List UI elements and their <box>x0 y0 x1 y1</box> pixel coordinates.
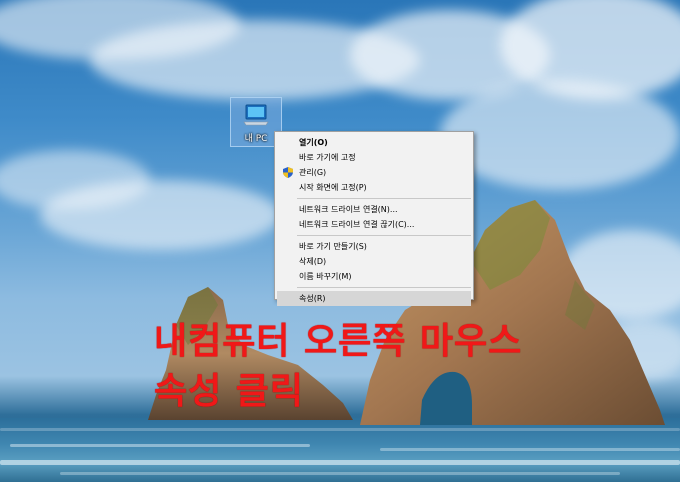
desktop-icon-label: 내 PC <box>244 134 268 144</box>
cloud <box>440 80 680 190</box>
wave-foam <box>10 444 310 447</box>
menu-item-create-shortcut[interactable]: 바로 가기 만들기(S) <box>275 239 473 254</box>
annotation-line-2: 속성 클릭 <box>154 371 305 412</box>
menu-separator <box>297 235 471 236</box>
menu-separator <box>297 287 471 288</box>
cloud <box>40 180 280 250</box>
menu-item-disconnect-network-drive[interactable]: 네트워크 드라이브 연결 끊기(C)... <box>275 217 473 232</box>
menu-item-pin-quick-access[interactable]: 바로 가기에 고정 <box>275 150 473 165</box>
menu-item-delete[interactable]: 삭제(D) <box>275 254 473 269</box>
menu-item-properties[interactable]: 속성(R) <box>277 291 471 306</box>
menu-item-map-network-drive[interactable]: 네트워크 드라이브 연결(N)... <box>275 202 473 217</box>
wave-foam <box>60 472 620 475</box>
sea <box>0 418 680 482</box>
menu-item-open[interactable]: 열기(O) <box>275 135 473 150</box>
annotation-line-1: 내컴퓨터 오른쪽 마우스 <box>154 321 523 362</box>
wave-foam <box>0 460 680 465</box>
menu-separator <box>297 198 471 199</box>
context-menu: 열기(O) 바로 가기에 고정 관리(G) 시작 화면에 고정(P) 네트워크 … <box>274 131 474 306</box>
menu-item-rename[interactable]: 이름 바꾸기(M) <box>275 269 473 284</box>
menu-item-label: 관리(G) <box>299 168 327 177</box>
computer-icon <box>243 104 269 126</box>
menu-item-manage[interactable]: 관리(G) <box>275 165 473 180</box>
wave-foam <box>380 448 680 451</box>
uac-shield-icon <box>283 167 293 178</box>
menu-item-pin-start[interactable]: 시작 화면에 고정(P) <box>275 180 473 195</box>
wave-foam <box>0 428 680 431</box>
